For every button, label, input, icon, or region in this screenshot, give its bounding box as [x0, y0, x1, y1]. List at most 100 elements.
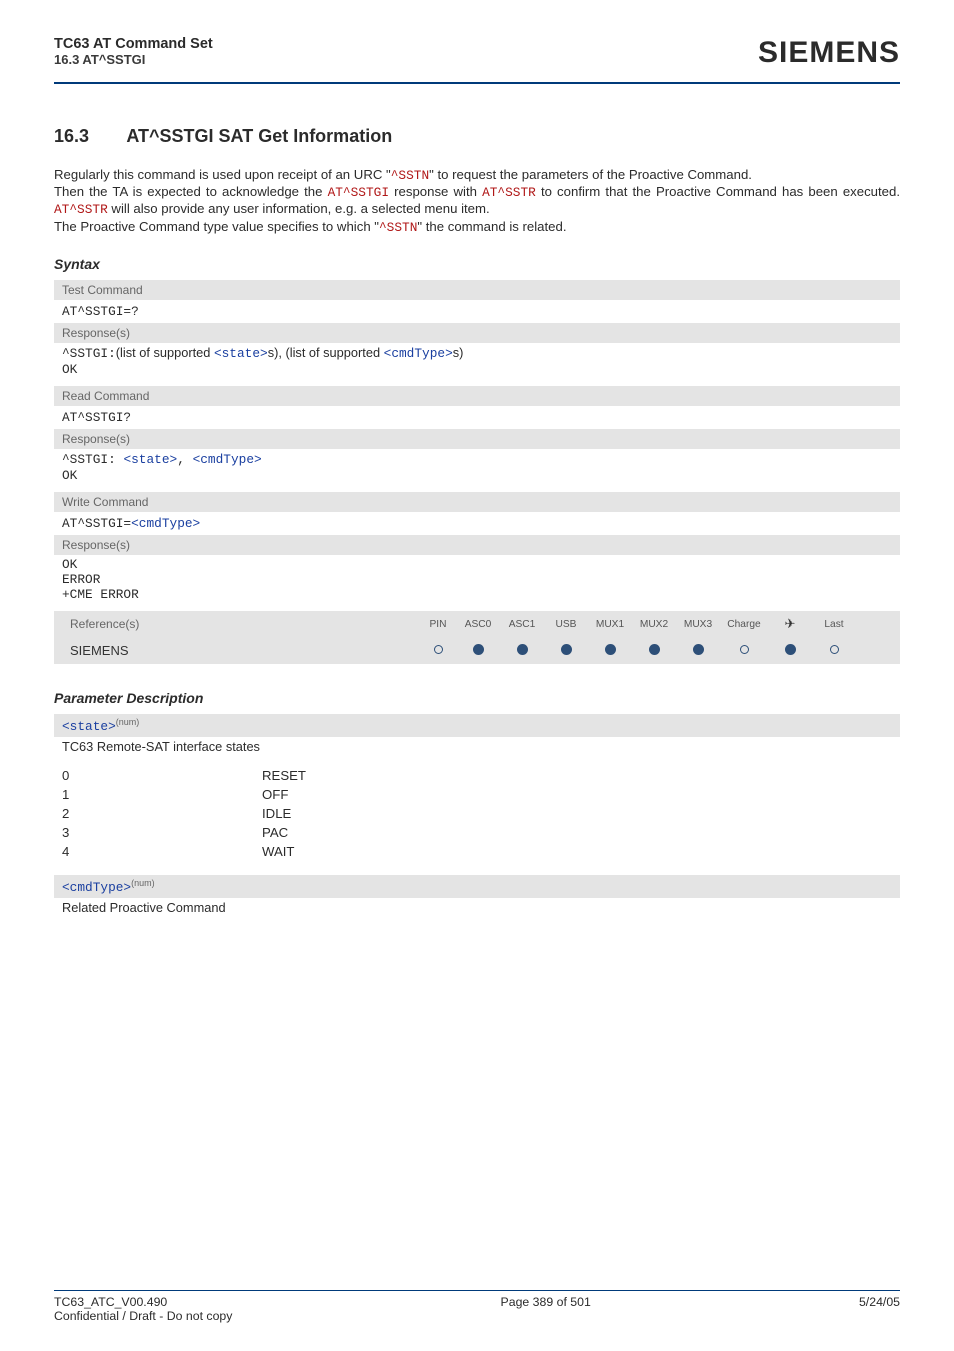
- state-key: 2: [62, 806, 262, 821]
- link-state-param[interactable]: <state>: [62, 719, 116, 734]
- doc-title: TC63 AT Command Set: [54, 36, 213, 52]
- siemens-logo: SIEMENS: [758, 36, 900, 70]
- filled-dot-icon: [456, 644, 500, 658]
- footer-confidential: Confidential / Draft - Do not copy: [54, 1309, 232, 1323]
- state-key: 3: [62, 825, 262, 840]
- text: OK: [62, 557, 77, 572]
- syntax-block: Test Command AT^SSTGI=? Response(s) ^SST…: [54, 280, 900, 664]
- text: s): [453, 345, 464, 360]
- empty-dot-icon: [812, 645, 856, 657]
- state-row: 0RESET: [54, 766, 900, 785]
- section-heading: 16.3 AT^SSTGI SAT Get Information: [54, 126, 900, 147]
- reference-columns: PINASC0ASC1USBMUX1MUX2MUX3Charge✈Last: [420, 616, 892, 632]
- text: to confirm that the Proactive Command ha…: [536, 184, 900, 199]
- text: response with: [389, 184, 482, 199]
- state-row: 2IDLE: [54, 804, 900, 823]
- filled-dot-icon: [676, 644, 720, 658]
- text: ^SSTGI:: [62, 346, 116, 361]
- state-table: 0RESET1OFF2IDLE3PAC4WAIT: [54, 766, 900, 861]
- ref-col-header: ASC1: [500, 619, 544, 630]
- text: " the command is related.: [417, 219, 566, 234]
- filled-dot-icon: [544, 644, 588, 658]
- filled-dot-icon: [500, 644, 544, 658]
- state-key: 4: [62, 844, 262, 859]
- state-row: 4WAIT: [54, 842, 900, 861]
- link-sstn-2[interactable]: ^SSTN: [379, 220, 417, 235]
- write-command-label: Write Command: [54, 492, 900, 512]
- empty-dot-icon: [720, 645, 768, 657]
- read-response: ^SSTGI: <state>, <cmdType> OK: [54, 449, 900, 489]
- state-param-header: <state>(num): [54, 714, 900, 737]
- state-value: IDLE: [262, 806, 291, 821]
- ref-col-header: ASC0: [456, 619, 500, 630]
- syntax-heading: Syntax: [54, 256, 900, 272]
- link-sstgi[interactable]: AT^SSTGI: [328, 185, 389, 200]
- state-key: 1: [62, 787, 262, 802]
- text: (list of supported: [116, 345, 214, 360]
- empty-dot-icon: [420, 645, 456, 657]
- link-state[interactable]: <state>: [214, 346, 268, 361]
- link-cmdtype-2[interactable]: <cmdType>: [193, 452, 262, 467]
- text: ,: [177, 452, 192, 467]
- response-label-2: Response(s): [54, 429, 900, 449]
- response-label: Response(s): [54, 323, 900, 343]
- test-command: AT^SSTGI=?: [54, 300, 900, 323]
- filled-dot-icon: [588, 644, 632, 658]
- link-sstr[interactable]: AT^SSTR: [482, 185, 536, 200]
- state-key: 0: [62, 768, 262, 783]
- test-response: ^SSTGI:(list of supported <state>s), (li…: [54, 343, 900, 383]
- state-value: OFF: [262, 787, 288, 802]
- link-sstn[interactable]: ^SSTN: [391, 168, 429, 183]
- state-row: 3PAC: [54, 823, 900, 842]
- cmdtype-caption: Related Proactive Command: [54, 898, 900, 921]
- link-state-2[interactable]: <state>: [123, 452, 177, 467]
- state-row: 1OFF: [54, 785, 900, 804]
- link-cmdtype-param[interactable]: <cmdType>: [62, 880, 131, 895]
- reference-header-row: Reference(s) PINASC0ASC1USBMUX1MUX2MUX3C…: [54, 611, 900, 637]
- footer-page: Page 389 of 501: [501, 1295, 591, 1323]
- write-response: OK ERROR +CME ERROR: [54, 555, 900, 608]
- header-rule: [54, 82, 900, 84]
- state-value: WAIT: [262, 844, 294, 859]
- text: +CME ERROR: [62, 587, 139, 602]
- text: AT^SSTGI=: [62, 516, 131, 531]
- page-footer: TC63_ATC_V00.490 Confidential / Draft - …: [54, 1266, 900, 1323]
- doc-title-block: TC63 AT Command Set 16.3 AT^SSTGI: [54, 36, 213, 67]
- footer-doc-id: TC63_ATC_V00.490: [54, 1295, 167, 1309]
- ref-col-header: USB: [544, 619, 588, 630]
- cmdtype-sup: (num): [131, 878, 155, 888]
- text: Then the TA is expected to acknowledge t…: [54, 184, 328, 199]
- state-value: PAC: [262, 825, 288, 840]
- text: will also provide any user information, …: [108, 201, 490, 216]
- reference-label: Reference(s): [62, 614, 420, 634]
- ok-text: OK: [62, 468, 77, 483]
- ok-text: OK: [62, 362, 77, 377]
- write-command: AT^SSTGI=<cmdType>: [54, 512, 900, 535]
- param-desc-heading: Parameter Description: [54, 690, 900, 706]
- ref-col-header: MUX2: [632, 619, 676, 630]
- link-cmdtype-3[interactable]: <cmdType>: [131, 516, 200, 531]
- text: ERROR: [62, 572, 100, 587]
- doc-subtitle: 16.3 AT^SSTGI: [54, 52, 213, 67]
- state-caption: TC63 Remote-SAT interface states: [54, 737, 900, 760]
- section-number: 16.3: [54, 126, 122, 147]
- reference-dots: [420, 644, 892, 658]
- link-sstr-2[interactable]: AT^SSTR: [54, 202, 108, 217]
- read-command: AT^SSTGI?: [54, 406, 900, 429]
- reference-source: SIEMENS: [62, 640, 420, 661]
- footer-date: 5/24/05: [859, 1295, 900, 1323]
- read-command-label: Read Command: [54, 386, 900, 406]
- state-sup: (num): [116, 717, 140, 727]
- footer-left: TC63_ATC_V00.490 Confidential / Draft - …: [54, 1295, 232, 1323]
- test-command-label: Test Command: [54, 280, 900, 300]
- section-title-text: AT^SSTGI SAT Get Information: [126, 126, 392, 146]
- response-label-3: Response(s): [54, 535, 900, 555]
- ref-col-header: Last: [812, 619, 856, 630]
- link-cmdtype[interactable]: <cmdType>: [384, 346, 453, 361]
- text: " to request the parameters of the Proac…: [429, 167, 752, 182]
- text: s), (list of supported: [268, 345, 384, 360]
- text: ^SSTGI:: [62, 452, 123, 467]
- ref-col-header: ✈: [768, 616, 812, 632]
- ref-col-header: MUX1: [588, 619, 632, 630]
- ref-col-header: Charge: [720, 619, 768, 630]
